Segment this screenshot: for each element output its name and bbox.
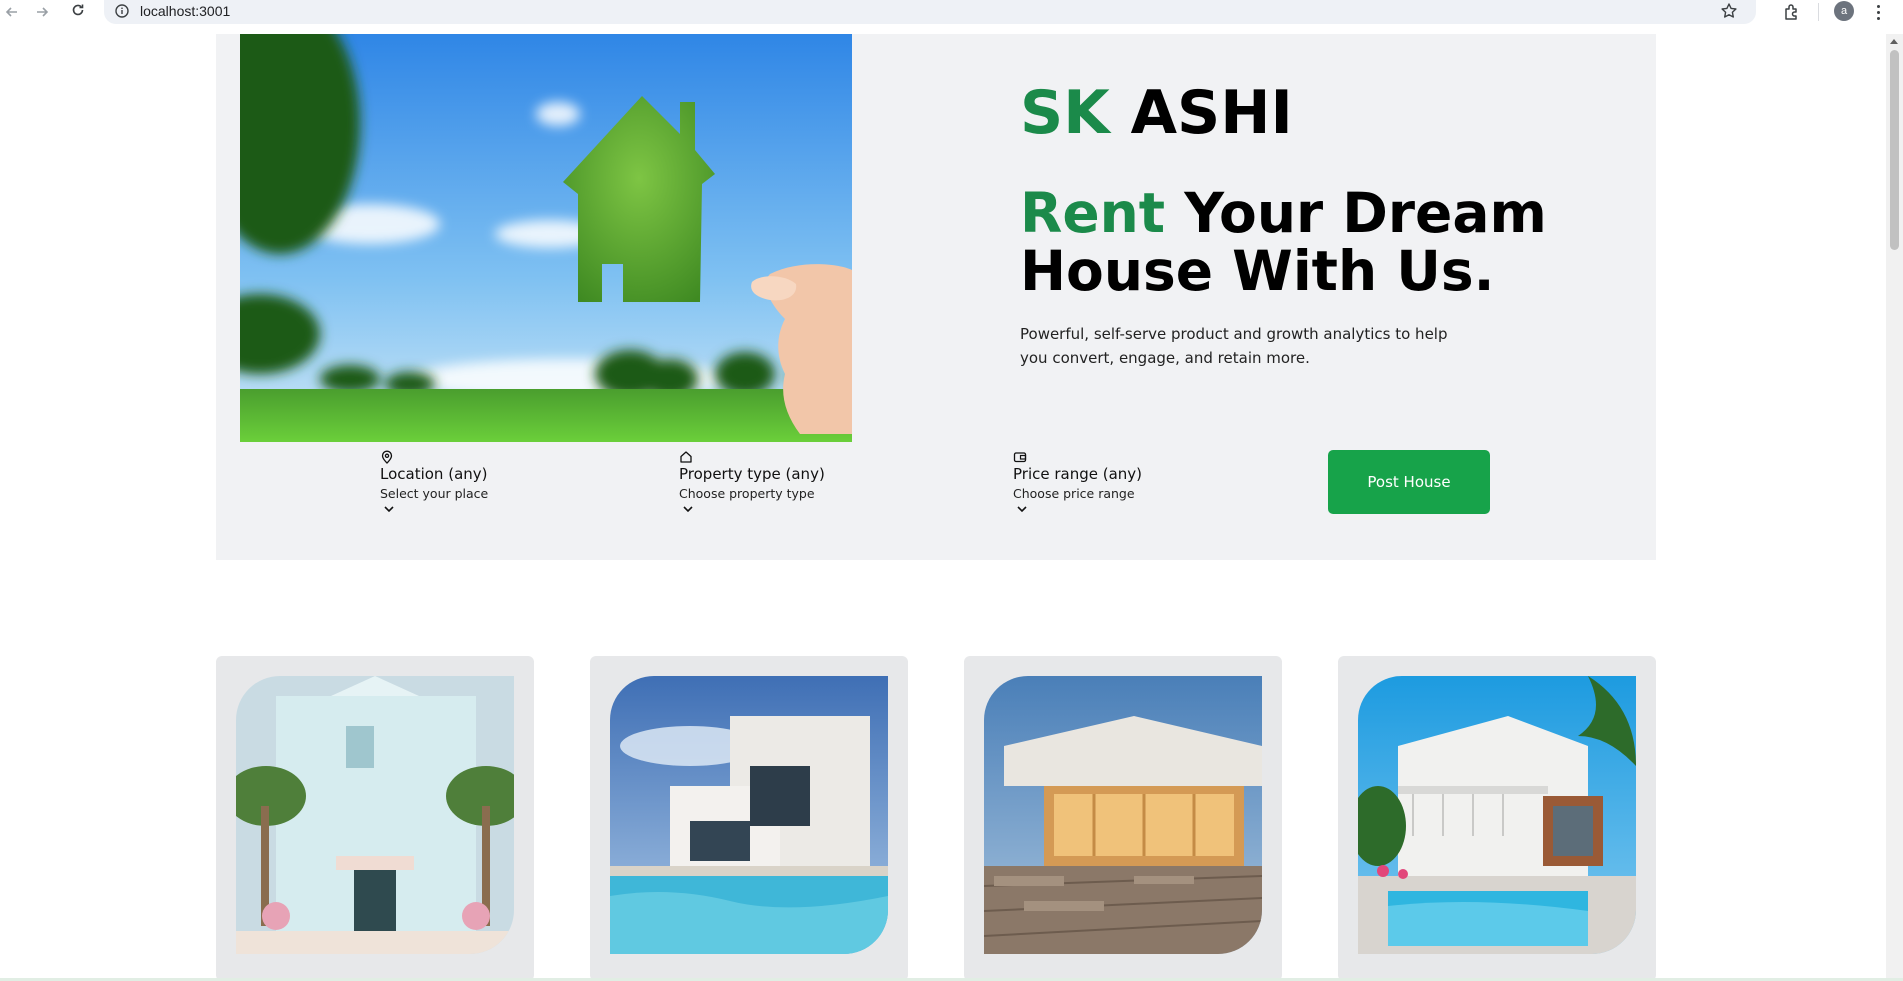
listing-card[interactable] bbox=[1338, 656, 1656, 981]
back-icon[interactable] bbox=[0, 0, 24, 24]
listing-card[interactable] bbox=[216, 656, 534, 981]
info-icon[interactable] bbox=[114, 3, 130, 19]
location-subtitle: Select your place bbox=[380, 486, 489, 501]
property-type-subtitle: Choose property type bbox=[679, 486, 815, 501]
price-range-subtitle: Choose price range bbox=[1013, 486, 1135, 501]
post-house-button[interactable]: Post House bbox=[1328, 450, 1490, 514]
listing-photo[interactable] bbox=[610, 676, 888, 954]
forward-icon[interactable] bbox=[30, 0, 54, 24]
browser-toolbar: localhost:3001 a bbox=[0, 0, 1903, 34]
home-icon bbox=[680, 451, 692, 463]
property-type-title: Property type (any) bbox=[679, 465, 825, 483]
map-pin-icon bbox=[381, 450, 393, 464]
chevron-down-icon[interactable] bbox=[1016, 504, 1028, 514]
property-type-filter[interactable]: Property type (any) Choose property type bbox=[679, 450, 825, 514]
listing-card[interactable] bbox=[590, 656, 908, 981]
star-icon[interactable] bbox=[1720, 2, 1738, 20]
hero-image bbox=[240, 34, 852, 442]
brand-logo: SK ASHI bbox=[1020, 78, 1293, 148]
menu-icon[interactable] bbox=[1872, 1, 1884, 23]
toolbar-divider bbox=[1818, 3, 1819, 21]
listing-photo[interactable] bbox=[984, 676, 1262, 954]
chevron-down-icon[interactable] bbox=[383, 504, 395, 514]
hero-subtext: Powerful, self-serve product and growth … bbox=[1020, 325, 1448, 367]
hero-headline: Rent Your Dream House With Us. bbox=[1020, 184, 1660, 300]
price-range-filter[interactable]: Price range (any) Choose price range bbox=[1013, 450, 1142, 514]
address-bar[interactable]: localhost:3001 bbox=[104, 0, 1756, 24]
chevron-down-icon[interactable] bbox=[682, 504, 694, 514]
reload-icon[interactable] bbox=[66, 0, 90, 22]
scroll-up-icon[interactable] bbox=[1890, 39, 1898, 44]
listing-photo[interactable] bbox=[236, 676, 514, 954]
profile-avatar[interactable]: a bbox=[1834, 1, 1854, 21]
location-filter[interactable]: Location (any) Select your place bbox=[380, 450, 488, 514]
scrollbar-thumb[interactable] bbox=[1890, 50, 1899, 250]
url-text[interactable]: localhost:3001 bbox=[140, 3, 230, 19]
listing-photo[interactable] bbox=[1358, 676, 1636, 954]
location-title: Location (any) bbox=[380, 465, 488, 483]
page-scrollbar[interactable] bbox=[1886, 34, 1903, 981]
wallet-icon bbox=[1013, 452, 1027, 463]
listing-card[interactable] bbox=[964, 656, 1282, 981]
headline-accent: Rent bbox=[1020, 181, 1166, 245]
price-range-title: Price range (any) bbox=[1013, 465, 1143, 483]
brand-rest: ASHI bbox=[1130, 78, 1293, 148]
extensions-icon[interactable] bbox=[1782, 2, 1802, 22]
brand-accent: SK bbox=[1020, 78, 1110, 148]
